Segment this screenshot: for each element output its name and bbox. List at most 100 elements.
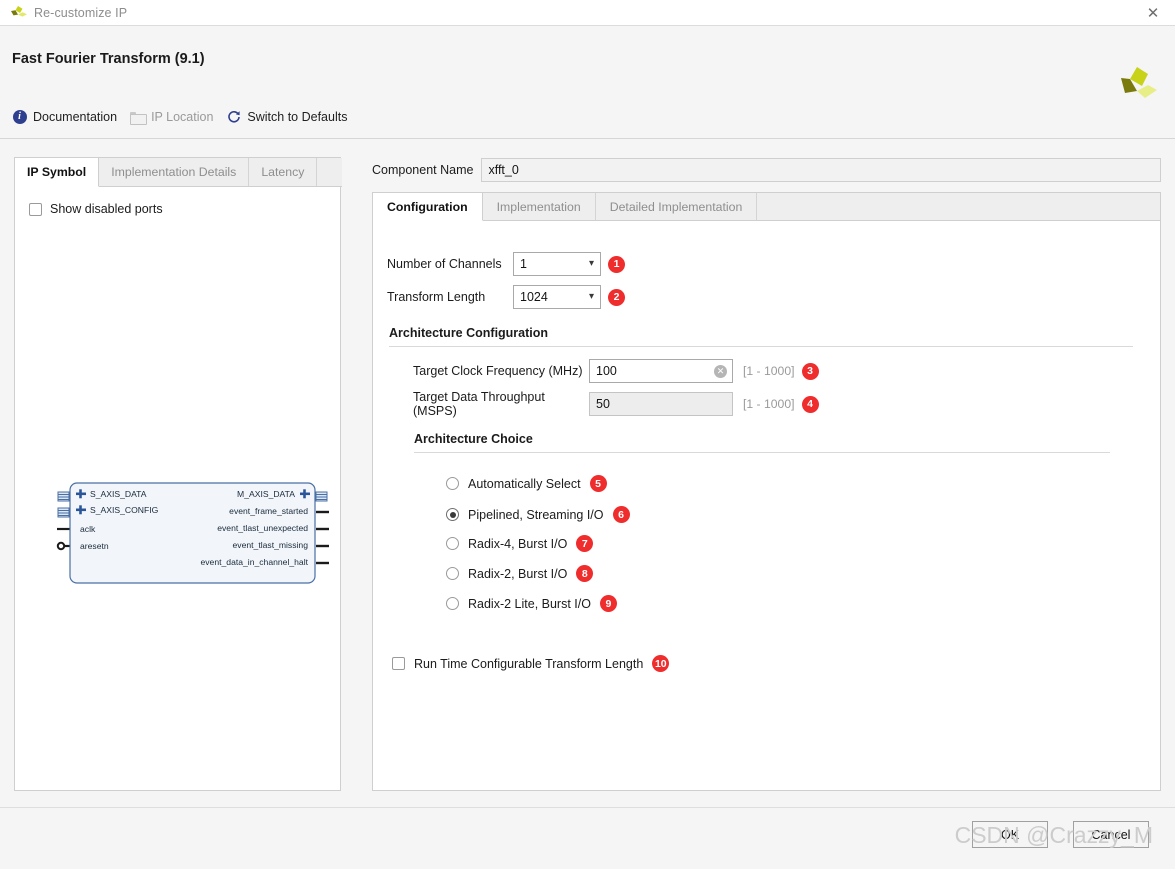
- badge-6: 6: [612, 506, 630, 523]
- radio-button: [446, 597, 459, 610]
- window-titlebar: Re-customize IP ✕: [0, 0, 1175, 26]
- tab-implementation-label: Implementation: [496, 199, 581, 214]
- folder-icon: [130, 109, 148, 125]
- target-clock-frequency-range: [1 - 1000]: [743, 364, 795, 378]
- configuration-panel: Component Name xfft_0 Configuration Impl…: [372, 157, 1161, 791]
- radio-button: [446, 477, 459, 490]
- tab-ip-symbol[interactable]: IP Symbol: [15, 158, 100, 187]
- configuration-tab-content: Number of Channels 1 ▾ 1 Transform Lengt…: [373, 221, 1160, 790]
- badge-2: 2: [608, 288, 625, 306]
- tab-configuration[interactable]: Configuration: [373, 193, 483, 221]
- component-name-label: Component Name: [372, 163, 474, 177]
- svg-text:aresetn: aresetn: [80, 541, 109, 551]
- chevron-down-icon: ▾: [588, 258, 594, 269]
- badge-10: 10: [652, 655, 670, 672]
- ip-location-label: IP Location: [151, 109, 214, 124]
- documentation-button[interactable]: i Documentation: [8, 106, 126, 127]
- badge-9: 9: [599, 595, 617, 612]
- transform-length-label: Transform Length: [387, 290, 486, 304]
- radio-automatically-select-label: Automatically Select: [468, 476, 581, 491]
- chevron-down-icon: ▾: [588, 291, 594, 302]
- radio-automatically-select[interactable]: Automatically Select 5: [446, 475, 607, 492]
- target-clock-frequency-input[interactable]: 100 ✕: [589, 359, 733, 383]
- number-of-channels-select[interactable]: 1 ▾: [513, 252, 601, 276]
- target-clock-frequency-label: Target Clock Frequency (MHz): [413, 364, 583, 378]
- ip-symbol-panel: IP Symbol Implementation Details Latency…: [14, 157, 342, 791]
- configuration-tabs: Configuration Implementation Detailed Im…: [373, 193, 1160, 221]
- checkbox-box: [29, 202, 42, 216]
- refresh-icon: [226, 109, 241, 124]
- cancel-button[interactable]: Cancel: [1073, 821, 1149, 848]
- xilinx-logo: [1117, 66, 1157, 104]
- radio-radix-4-burst-io[interactable]: Radix-4, Burst I/O 7: [446, 535, 594, 552]
- svg-text:aclk: aclk: [80, 524, 96, 534]
- switch-to-defaults-label: Switch to Defaults: [247, 109, 348, 124]
- tab-detailed-implementation[interactable]: Detailed Implementation: [596, 193, 758, 220]
- show-disabled-ports-checkbox[interactable]: Show disabled ports: [29, 202, 163, 216]
- tab-latency-label: Latency: [261, 165, 305, 179]
- radio-pipelined-streaming-io-label: Pipelined, Streaming I/O: [468, 507, 604, 522]
- clear-icon[interactable]: ✕: [714, 364, 727, 378]
- radio-pipelined-streaming-io[interactable]: Pipelined, Streaming I/O 6: [446, 506, 630, 523]
- svg-text:event_frame_started: event_frame_started: [229, 506, 308, 516]
- architecture-choice-title: Architecture Choice: [414, 432, 533, 446]
- run-time-configurable-checkbox[interactable]: Run Time Configurable Transform Length 1…: [392, 655, 670, 672]
- tab-implementation-details-label: Implementation Details: [111, 165, 237, 179]
- tab-detailed-implementation-label: Detailed Implementation: [609, 199, 743, 214]
- component-name-input[interactable]: xfft_0: [481, 158, 1161, 182]
- target-data-throughput-label: Target Data Throughput (MSPS): [413, 390, 545, 418]
- window-title: Re-customize IP: [34, 5, 128, 20]
- radio-radix-2-lite-burst-io[interactable]: Radix-2 Lite, Burst I/O 9: [446, 595, 617, 612]
- transform-length-row: Transform Length 1024 ▾ 2: [387, 285, 625, 309]
- page-title: Fast Fourier Transform (9.1): [12, 51, 205, 67]
- target-data-throughput-value: 50: [596, 397, 610, 411]
- target-clock-frequency-value: 100: [596, 364, 617, 378]
- documentation-label: Documentation: [33, 109, 118, 124]
- dialog-footer: OK Cancel: [0, 807, 1175, 869]
- radio-radix-2-burst-io[interactable]: Radix-2, Burst I/O 8: [446, 565, 594, 582]
- tab-configuration-label: Configuration: [387, 199, 468, 214]
- number-of-channels-label: Number of Channels: [387, 257, 502, 271]
- badge-8: 8: [576, 565, 594, 582]
- svg-text:S_AXIS_DATA: S_AXIS_DATA: [90, 489, 147, 499]
- run-time-configurable-label: Run Time Configurable Transform Length: [414, 656, 644, 671]
- tab-implementation[interactable]: Implementation: [483, 193, 596, 220]
- switch-to-defaults-button[interactable]: Switch to Defaults: [222, 106, 356, 127]
- xilinx-logo-small: [9, 5, 27, 20]
- ip-block-symbol: S_AXIS_DATA S_AXIS_CONFIG aclk aresetn M…: [55, 479, 335, 589]
- badge-5: 5: [589, 475, 607, 492]
- ok-button[interactable]: OK: [972, 821, 1048, 848]
- svg-text:event_data_in_channel_halt: event_data_in_channel_halt: [200, 557, 308, 567]
- show-disabled-ports-label: Show disabled ports: [50, 202, 163, 216]
- svg-text:S_AXIS_CONFIG: S_AXIS_CONFIG: [90, 505, 159, 515]
- radio-radix-2-lite-burst-io-label: Radix-2 Lite, Burst I/O: [468, 596, 591, 611]
- left-panel-tabs: IP Symbol Implementation Details Latency: [15, 158, 342, 187]
- number-of-channels-value: 1: [520, 257, 527, 271]
- ip-location-button[interactable]: IP Location: [126, 106, 222, 127]
- radio-radix-4-burst-io-label: Radix-4, Burst I/O: [468, 536, 568, 551]
- badge-1: 1: [608, 255, 625, 273]
- svg-text:M_AXIS_DATA: M_AXIS_DATA: [237, 489, 295, 499]
- tab-ip-symbol-label: IP Symbol: [27, 165, 87, 179]
- badge-4: 4: [801, 395, 819, 413]
- svg-text:event_tlast_missing: event_tlast_missing: [233, 540, 309, 550]
- number-of-channels-row: Number of Channels 1 ▾ 1: [387, 252, 625, 276]
- close-icon[interactable]: ✕: [1131, 0, 1175, 26]
- checkbox-box: [392, 657, 405, 670]
- ip-symbol-canvas: Show disabled ports S_AXIS_DATA S_AXIS_C…: [15, 187, 340, 790]
- radio-button: [446, 567, 459, 580]
- badge-3: 3: [801, 362, 819, 380]
- target-data-throughput-input: 50: [589, 392, 733, 416]
- info-icon: i: [12, 109, 27, 124]
- svg-text:event_tlast_unexpected: event_tlast_unexpected: [217, 523, 308, 533]
- radio-radix-2-burst-io-label: Radix-2, Burst I/O: [468, 566, 568, 581]
- tab-latency[interactable]: Latency: [249, 158, 318, 186]
- target-clock-frequency-row: Target Clock Frequency (MHz) 100 ✕ [1 - …: [413, 359, 819, 383]
- transform-length-select[interactable]: 1024 ▾: [513, 285, 601, 309]
- tab-implementation-details[interactable]: Implementation Details: [99, 158, 250, 186]
- transform-length-value: 1024: [520, 290, 548, 304]
- target-data-throughput-range: [1 - 1000]: [743, 397, 795, 411]
- architecture-configuration-divider: [389, 346, 1133, 347]
- dialog-header: Fast Fourier Transform (9.1) i Documenta…: [0, 26, 1175, 139]
- re-customize-ip-dialog: Re-customize IP ✕ Fast Fourier Transform…: [0, 0, 1175, 869]
